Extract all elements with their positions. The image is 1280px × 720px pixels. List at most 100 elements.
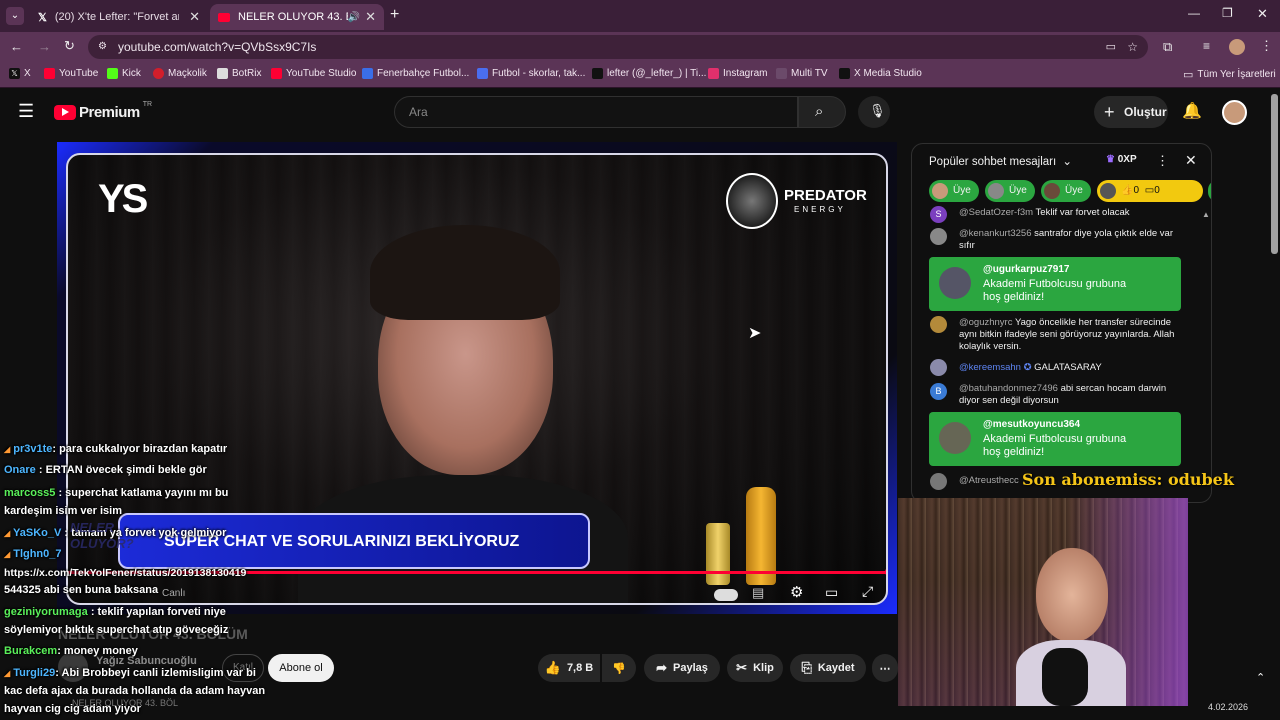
points-badge[interactable]: ♛ 0XP xyxy=(1106,154,1137,165)
bookmark-tiktok[interactable]: lefter (@_lefter_) | Ti... xyxy=(592,68,706,79)
url-text: youtube.com/watch?v=QVbSsx9C7Is xyxy=(118,40,317,54)
maximize-button[interactable]: ❐ xyxy=(1222,6,1233,20)
fullscreen-icon[interactable]: ⤢ xyxy=(862,583,873,600)
chat-mode-dropdown[interactable]: Popüler sohbet mesajları ⌄ xyxy=(929,154,1072,168)
close-window-button[interactable]: ✕ xyxy=(1257,6,1268,22)
overlay-chat-line: marcoss5 : superchat katlama yayını mı b… xyxy=(4,487,229,499)
bookmark-fenerbahce[interactable]: Fenerbahçe Futbol... xyxy=(362,68,469,79)
tab-list-button[interactable]: ⌄ xyxy=(6,7,24,25)
bookmark-x[interactable]: 𝕏X xyxy=(9,68,31,79)
search-button[interactable]: ⌕ xyxy=(798,96,846,128)
overlay-chat-line: ◢ Tlghn0_7 xyxy=(4,548,62,560)
subscribe-button[interactable]: Abone ol xyxy=(268,654,334,682)
bookmark-youtube[interactable]: YouTube xyxy=(44,68,98,79)
forward-icon[interactable]: → xyxy=(38,39,51,54)
chevron-down-icon: ⌄ xyxy=(1062,156,1073,168)
back-icon[interactable]: ← xyxy=(10,39,23,54)
botrix-icon xyxy=(217,68,228,79)
more-icon: ⋯ xyxy=(879,662,891,675)
bookmark-futbol[interactable]: Futbol - skorlar, tak... xyxy=(477,68,585,79)
tab-x-lefter[interactable]: 𝕏 (20) X'te Lefter: "Forvet anyorsa ✕ xyxy=(30,4,208,30)
minimize-button[interactable]: — xyxy=(1188,6,1200,20)
microphone xyxy=(1042,648,1088,706)
overlay-chat-line: 544325 abi sen buna baksana xyxy=(4,584,159,596)
voice-search-button[interactable]: 🎙 xyxy=(858,96,890,128)
create-button[interactable]: + Oluştur xyxy=(1094,96,1168,128)
chip-member-1[interactable]: Üye xyxy=(929,180,979,202)
save-button[interactable]: ⎘ Kaydet xyxy=(790,654,866,682)
reload-icon[interactable]: ↻ xyxy=(64,38,75,54)
taskbar-chevron-icon[interactable]: ⌃ xyxy=(1256,671,1265,684)
chat-scrollbar[interactable]: ▲ xyxy=(1202,210,1210,220)
cast-icon[interactable]: ▭ xyxy=(1106,35,1116,59)
page-scrollbar[interactable] xyxy=(1271,94,1278,254)
kick-icon: ◢ xyxy=(4,529,11,538)
tab-youtube-live[interactable]: NELER OLUYOR 43. BÖLÜM 🔊 ✕ xyxy=(210,4,384,30)
bookmark-botrix[interactable]: BotRix xyxy=(217,68,261,79)
chip-partial[interactable] xyxy=(1208,180,1211,202)
chip-member-3[interactable]: Üye xyxy=(1041,180,1091,202)
chat-message: @SedatOzer-f3m Teklif var forvet olacak xyxy=(959,207,1130,218)
x-icon xyxy=(839,68,850,79)
star-icon[interactable]: ☆ xyxy=(1127,35,1138,59)
clip-button[interactable]: ✂ Klip xyxy=(727,654,783,682)
audio-icon[interactable]: 🔊 xyxy=(348,12,360,23)
live-label: Canlı xyxy=(162,588,186,599)
all-bookmarks[interactable]: ▭ Tüm Yer İşaretleri xyxy=(1183,68,1276,81)
like-button[interactable]: 👍 7,8 B xyxy=(538,654,600,682)
avatar xyxy=(1044,183,1060,199)
overlay-chat-line: Burakcem: money money xyxy=(4,645,138,657)
plus-icon: + xyxy=(1104,102,1115,122)
search-input[interactable]: Ara xyxy=(394,96,798,128)
dislike-button[interactable]: 👎 xyxy=(602,654,636,682)
bookmark-kick[interactable]: Kick xyxy=(107,68,141,79)
subtitles-icon[interactable]: ▤ xyxy=(752,585,764,601)
x-icon: 𝕏 xyxy=(38,11,47,24)
chip-member-2[interactable]: Üye xyxy=(985,180,1035,202)
close-icon[interactable]: ✕ xyxy=(189,9,200,25)
browser-tabbar: ⌄ 𝕏 (20) X'te Lefter: "Forvet anyorsa ✕ … xyxy=(0,0,1280,32)
kick-icon: ◢ xyxy=(4,550,11,559)
chat-message: @kenankurt3256 santrafor diye yola çıktı… xyxy=(959,228,1174,251)
chat-message: @oguzhnyrc Yago öncelikle her transfer s… xyxy=(959,317,1175,352)
moderator-icon: ✪ xyxy=(1023,362,1032,373)
overlay-chat-line: kac defa ajax da burada hollanda da adam… xyxy=(4,685,266,697)
notifications-icon[interactable]: 🔔 xyxy=(1182,101,1202,121)
youtube-logo[interactable]: Premium TR xyxy=(54,101,152,121)
thumbs-down-icon: 👎 xyxy=(612,662,626,675)
avatar xyxy=(932,183,948,199)
media-icon[interactable]: ≡ xyxy=(1203,39,1210,53)
overlay-chat-line: ◢ Turgli29: Abi Brobbeyi canli izlemisli… xyxy=(4,667,256,679)
chip-reactions[interactable]: 👍0 ▭0 xyxy=(1097,180,1203,202)
more-actions-button[interactable]: ⋯ xyxy=(872,654,898,682)
kick-icon: ◢ xyxy=(4,445,11,454)
site-info-icon[interactable]: ⚙ xyxy=(98,35,107,59)
taskbar-date: 4.02.2026 xyxy=(1208,702,1249,712)
menu-icon[interactable]: ⋮ xyxy=(1260,38,1273,54)
url-field[interactable]: ⚙ youtube.com/watch?v=QVbSsx9C7Is ▭ ☆ xyxy=(88,35,1148,59)
bookmark-instagram[interactable]: Instagram xyxy=(708,68,767,79)
autoplay-toggle[interactable] xyxy=(714,589,738,601)
bookmark-multi-tv[interactable]: Multi TV xyxy=(776,68,828,79)
folder-icon: ▭ xyxy=(1183,69,1194,81)
more-options-icon[interactable]: ⋮ xyxy=(1156,153,1169,169)
instagram-icon xyxy=(708,68,719,79)
settings-icon[interactable]: ⚙ xyxy=(790,583,803,601)
hamburger-menu-icon[interactable]: ☰ xyxy=(18,101,34,122)
close-chat-icon[interactable]: ✕ xyxy=(1185,152,1197,169)
mini-title: NELER OLUYOR 43. BÖL xyxy=(72,698,179,708)
new-tab-button[interactable]: + xyxy=(390,6,399,24)
avatar xyxy=(930,316,947,333)
theater-mode-icon[interactable]: ▭ xyxy=(825,584,838,601)
account-avatar[interactable] xyxy=(1222,100,1247,125)
bookmark-youtube-studio[interactable]: YouTube Studio xyxy=(271,68,356,79)
bookmark-mackolik[interactable]: Maçkolik xyxy=(153,68,207,79)
address-bar-row: ← → ↻ ⚙ youtube.com/watch?v=QVbSsx9C7Is … xyxy=(0,32,1280,62)
avatar xyxy=(930,359,947,376)
extensions-icon[interactable]: ⧉ xyxy=(1163,39,1172,55)
bookmark-x-media-studio[interactable]: X Media Studio xyxy=(839,68,922,79)
profile-avatar[interactable] xyxy=(1229,39,1245,55)
share-button[interactable]: ➦ Paylaş xyxy=(644,654,720,682)
close-icon[interactable]: ✕ xyxy=(365,9,376,25)
progress-scrubber[interactable] xyxy=(885,567,886,577)
